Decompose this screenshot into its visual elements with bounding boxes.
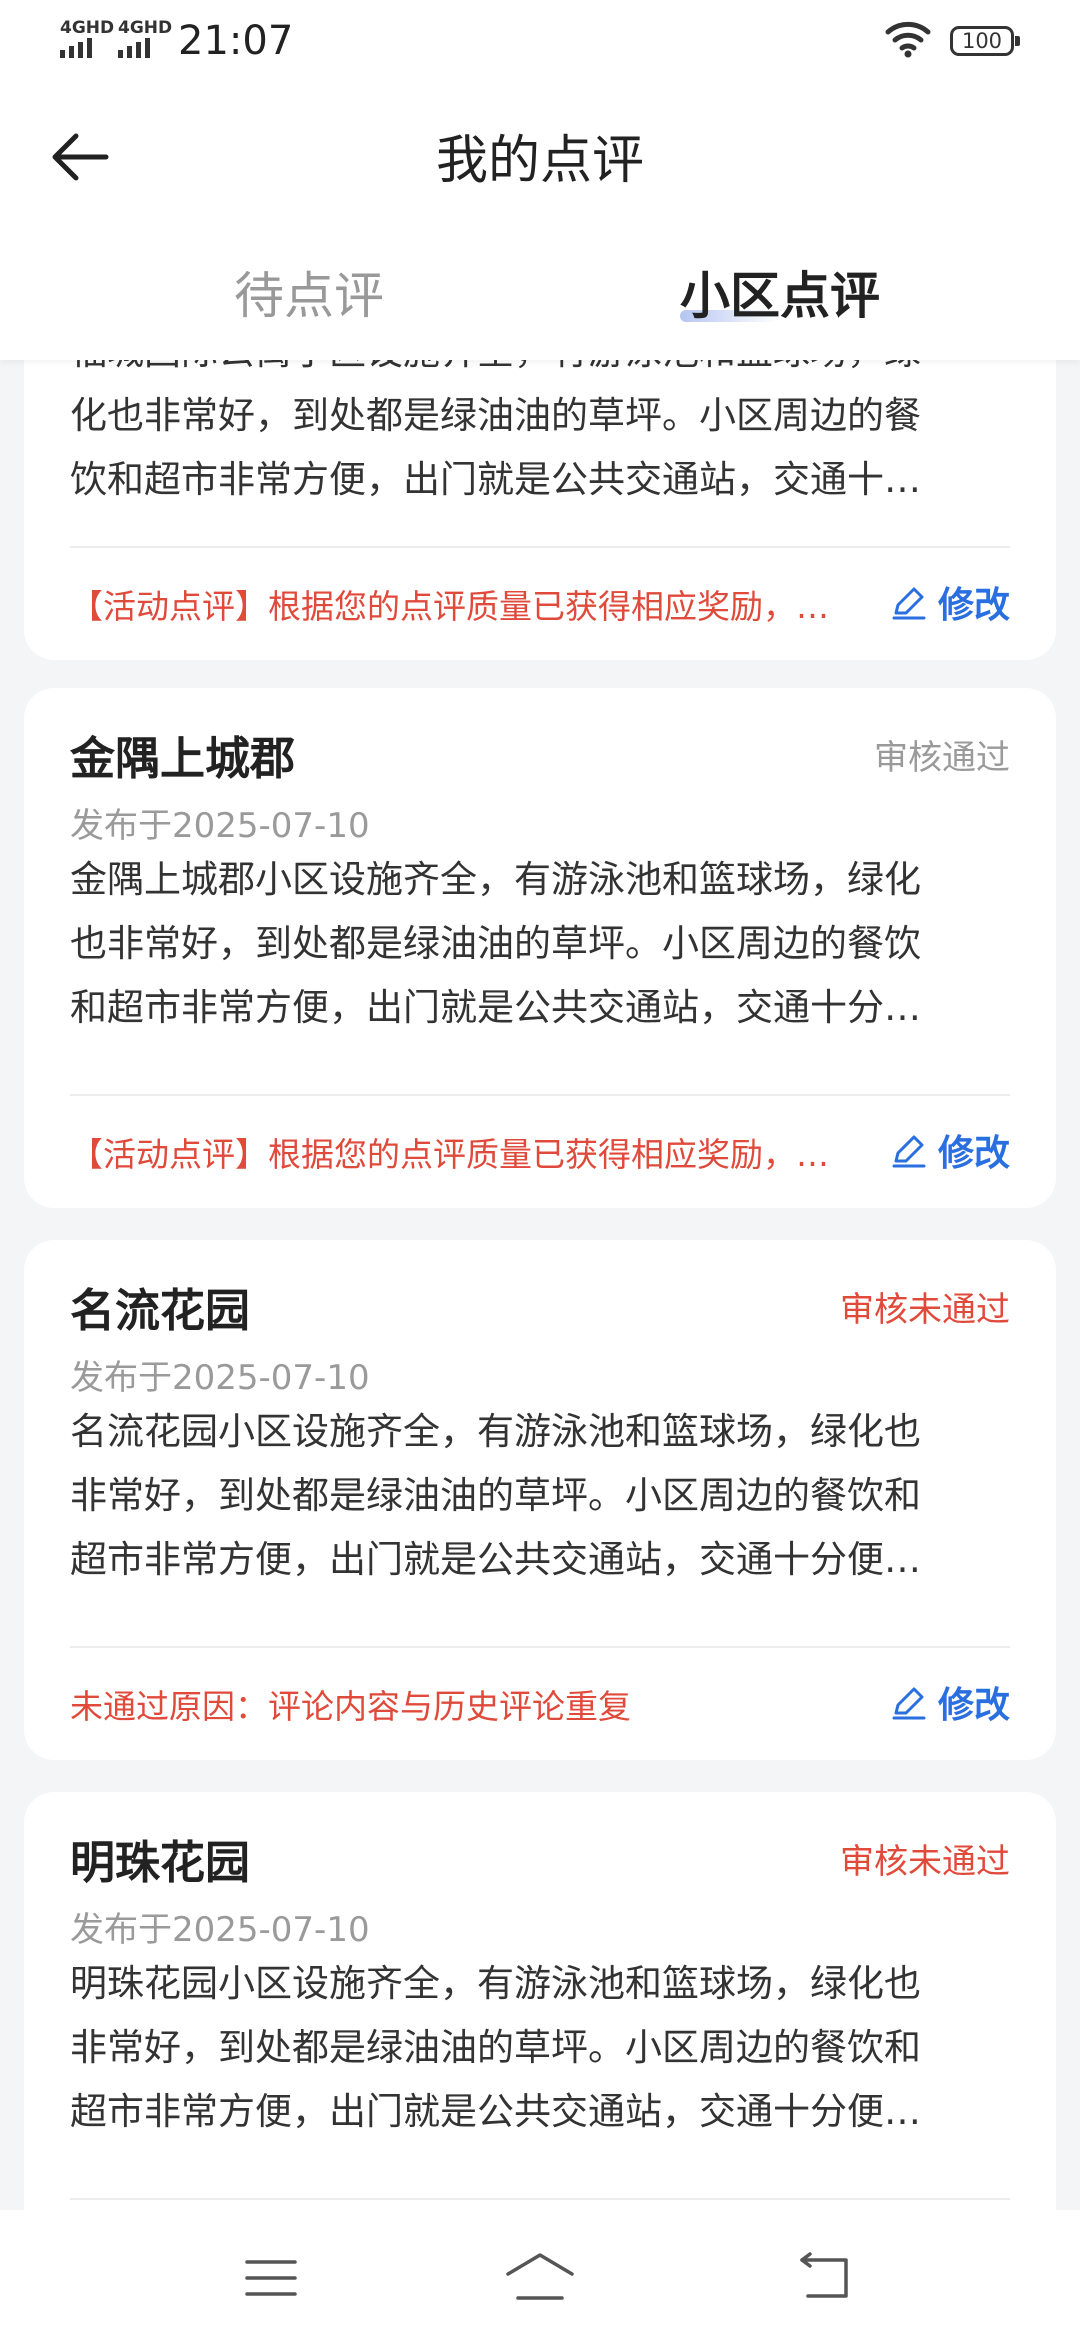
review-status: 审核通过 — [874, 738, 1010, 778]
header: 我的点评 待点评 小区点评 — [0, 84, 1080, 360]
activity-note: 【活动点评】根据您的点评质量已获得相应奖励，… — [70, 1135, 829, 1174]
review-list[interactable]: 福城国际公寓小区设施齐全，有游泳池和篮球场，绿 化也非常好，到处都是绿油油的草坪… — [0, 360, 1080, 2210]
activity-note: 【活动点评】根据您的点评质量已获得相应奖励，… — [70, 587, 829, 626]
edit-button[interactable]: 修改 — [890, 1676, 1010, 1728]
signal-icon-2 — [118, 38, 150, 58]
signal-icon-1 — [60, 38, 92, 58]
edit-button[interactable]: 修改 — [890, 1124, 1010, 1176]
battery-level: 100 — [961, 29, 1003, 53]
review-text: 名流花园小区设施齐全，有游泳池和篮球场，绿化也 非常好，到处都是绿油油的草坪。小… — [70, 1400, 1018, 1592]
review-text-line: 福城国际公寓小区设施齐全，有游泳池和篮球场，绿 — [70, 360, 1018, 384]
divider — [70, 2198, 1010, 2200]
edit-icon — [892, 587, 926, 620]
review-text: 明珠花园小区设施齐全，有游泳池和篮球场，绿化也 非常好，到处都是绿油油的草坪。小… — [70, 1952, 1018, 2144]
edit-label: 修改 — [937, 585, 1010, 626]
divider — [70, 1094, 1010, 1096]
review-text-line: 也非常好，到处都是绿油油的草坪。小区周边的餐饮 — [70, 922, 921, 965]
tab-pending-review[interactable]: 待点评 — [234, 256, 384, 328]
review-text-line: 化也非常好，到处都是绿油油的草坪。小区周边的餐 — [70, 394, 921, 437]
publish-date: 发布于2025-07-10 — [70, 1358, 370, 1398]
review-text-line: 金隅上城郡小区设施齐全，有游泳池和篮球场，绿化 — [70, 858, 921, 901]
signal-label-1: 4GHD — [60, 18, 115, 38]
wifi-icon — [885, 21, 931, 58]
tab-community-review[interactable]: 小区点评 — [680, 256, 880, 328]
review-status: 审核未通过 — [840, 1290, 1010, 1330]
battery-icon: 100 — [950, 26, 1020, 56]
review-card: 名流花园 审核未通过 发布于2025-07-10 名流花园小区设施齐全，有游泳池… — [24, 1240, 1056, 1760]
review-text: 福城国际公寓小区设施齐全，有游泳池和篮球场，绿 化也非常好，到处都是绿油油的草坪… — [70, 360, 1018, 512]
edit-label: 修改 — [937, 1685, 1010, 1726]
publish-date: 发布于2025-07-10 — [70, 1910, 370, 1950]
review-status: 审核未通过 — [840, 1842, 1010, 1882]
review-text-line: 非常好，到处都是绿油油的草坪。小区周边的餐饮和 — [70, 2026, 921, 2069]
review-text-line: 名流花园小区设施齐全，有游泳池和篮球场，绿化也 — [70, 1410, 921, 1453]
review-card: 金隅上城郡 审核通过 发布于2025-07-10 金隅上城郡小区设施齐全，有游泳… — [24, 688, 1056, 1208]
review-text-line: 超市非常方便，出门就是公共交通站，交通十分便… — [70, 2090, 921, 2133]
review-text-line: 明珠花园小区设施齐全，有游泳池和篮球场，绿化也 — [70, 1962, 921, 2005]
community-name: 金隅上城郡 — [70, 732, 296, 785]
clock: 21:07 — [178, 18, 294, 64]
edit-label: 修改 — [937, 1133, 1010, 1174]
signal-label-2: 4GHD — [118, 18, 173, 38]
system-nav-bar — [0, 2210, 1080, 2340]
community-name: 名流花园 — [70, 1284, 251, 1337]
review-text-line: 超市非常方便，出门就是公共交通站，交通十分便… — [70, 1538, 921, 1581]
review-card: 福城国际公寓小区设施齐全，有游泳池和篮球场，绿 化也非常好，到处都是绿油油的草坪… — [24, 360, 1056, 660]
review-text-line: 非常好，到处都是绿油油的草坪。小区周边的餐饮和 — [70, 1474, 921, 1517]
review-text-line: 饮和超市非常方便，出门就是公共交通站，交通十… — [70, 458, 921, 501]
menu-icon[interactable] — [244, 2258, 298, 2298]
review-text-line: 和超市非常方便，出门就是公共交通站，交通十分… — [70, 986, 921, 1029]
home-icon[interactable] — [504, 2250, 576, 2302]
page-title: 我的点评 — [435, 131, 644, 191]
status-bar: 4GHD 4GHD 21:07 100 — [0, 0, 1080, 84]
publish-date: 发布于2025-07-10 — [70, 806, 370, 846]
reject-reason: 未通过原因：评论内容与历史评论重复 — [70, 1687, 631, 1726]
review-text: 金隅上城郡小区设施齐全，有游泳池和篮球场，绿化 也非常好，到处都是绿油油的草坪。… — [70, 848, 1018, 1040]
divider — [70, 546, 1010, 548]
review-card: 明珠花园 审核未通过 发布于2025-07-10 明珠花园小区设施齐全，有游泳池… — [24, 1792, 1056, 2210]
community-name: 明珠花园 — [70, 1836, 251, 1889]
back-nav-icon[interactable] — [796, 2252, 854, 2300]
divider — [70, 1646, 1010, 1648]
edit-icon — [892, 1687, 926, 1720]
edit-icon — [892, 1135, 926, 1168]
edit-button[interactable]: 修改 — [890, 576, 1010, 628]
